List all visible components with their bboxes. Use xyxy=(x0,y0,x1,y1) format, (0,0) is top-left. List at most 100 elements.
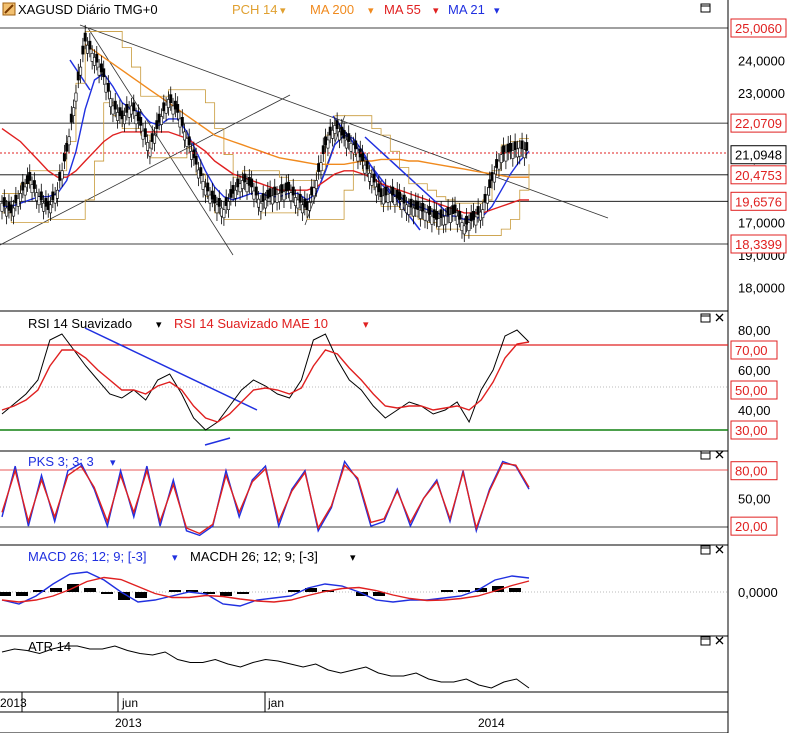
macd-tick-label: 0,0000 xyxy=(738,585,778,600)
candle-body xyxy=(95,53,99,63)
candle-body xyxy=(298,193,302,203)
candle-body xyxy=(254,186,258,196)
chevron-down-icon[interactable]: ▾ xyxy=(433,5,439,17)
candle-body xyxy=(446,206,450,216)
maximize-icon[interactable] xyxy=(700,450,711,460)
ma200-legend[interactable]: MA 200 xyxy=(310,2,354,17)
candle-body xyxy=(143,128,147,138)
chevron-down-icon[interactable]: ▾ xyxy=(280,5,286,17)
candle-body xyxy=(2,197,6,206)
candle-body xyxy=(217,198,221,207)
ma21-legend[interactable]: MA 21 xyxy=(448,2,485,17)
candle-body xyxy=(499,154,503,163)
rsi-tick-label: 40,00 xyxy=(738,403,771,418)
price-level-label: 18,3399 xyxy=(735,237,782,252)
month-label: 2013 xyxy=(0,696,27,710)
chart-window: XAGUSD Diário TMG+0 PCH 14 ▾ MA 200 ▾ MA… xyxy=(0,0,803,733)
pks-title[interactable]: PKS 3; 3; 3 xyxy=(28,454,94,469)
rsi-tick-label: 60,00 xyxy=(738,363,771,378)
candle-body xyxy=(222,209,226,219)
candle-body xyxy=(199,167,203,176)
candle-body xyxy=(435,210,439,220)
candle-body xyxy=(259,202,263,212)
candle-body xyxy=(60,170,64,180)
price-level-label: 22,0709 xyxy=(735,116,782,131)
candle-body xyxy=(335,120,339,129)
chevron-down-icon[interactable]: ▾ xyxy=(350,552,356,564)
candle-body xyxy=(361,152,365,162)
rsi-tick-label: 80,00 xyxy=(738,323,771,338)
maximize-icon[interactable] xyxy=(700,313,711,323)
pks-tick-label: 50,00 xyxy=(738,491,771,506)
candle-body xyxy=(72,107,76,116)
candle-body xyxy=(88,40,92,50)
candle-body xyxy=(319,162,323,172)
candle-body xyxy=(444,215,448,225)
candle-body xyxy=(504,152,508,162)
macd-histogram-bar xyxy=(220,592,232,596)
price-level-label: 25,0060 xyxy=(735,21,782,36)
candle-body xyxy=(32,180,36,189)
month-label: jan xyxy=(267,696,284,710)
candle-body xyxy=(39,191,43,201)
atr-title[interactable]: ATR 14 xyxy=(28,639,71,654)
chevron-down-icon[interactable]: ▾ xyxy=(156,319,162,331)
candle-body xyxy=(153,134,157,144)
candle-body xyxy=(347,133,351,142)
rsi-level-label: 30,00 xyxy=(735,423,768,438)
macd-histogram-bar xyxy=(509,588,521,592)
candle-body xyxy=(176,104,180,113)
candle-body xyxy=(407,206,411,215)
maximize-icon[interactable] xyxy=(700,636,711,646)
candle-body xyxy=(213,194,217,204)
rsi-title[interactable]: RSI 14 Suavizado xyxy=(28,316,132,331)
candle-body xyxy=(148,147,152,157)
candle-body xyxy=(268,188,272,197)
candle-body xyxy=(522,149,526,159)
candle-body xyxy=(418,210,422,219)
candle-body xyxy=(113,100,117,110)
candle-body xyxy=(314,180,318,189)
candle-body xyxy=(518,147,522,157)
candle-body xyxy=(384,186,388,196)
pch-legend[interactable]: PCH 14 xyxy=(232,2,278,17)
candle-body xyxy=(409,198,413,208)
rsi-mae-title[interactable]: RSI 14 Suavizado MAE 10 xyxy=(174,316,328,331)
candle-body xyxy=(485,194,489,204)
maximize-icon[interactable] xyxy=(700,3,711,13)
maximize-icon[interactable] xyxy=(700,545,711,555)
macdh-title[interactable]: MACDH 26; 12; 9; [-3] xyxy=(190,549,318,564)
candle-body xyxy=(291,186,295,196)
main-title: XAGUSD Diário TMG+0 xyxy=(18,2,158,17)
candle-body xyxy=(391,186,395,196)
candle-body xyxy=(365,160,369,170)
candle-body xyxy=(312,187,316,197)
candle-body xyxy=(123,115,127,125)
price-level-label: 20,4753 xyxy=(735,168,782,183)
chevron-down-icon[interactable]: ▾ xyxy=(110,457,116,469)
candle-body xyxy=(416,201,420,210)
price-level-label: 19,6576 xyxy=(735,194,782,209)
chevron-down-icon[interactable]: ▾ xyxy=(494,5,500,17)
candle-body xyxy=(474,216,478,226)
year-label: 2013 xyxy=(115,716,142,730)
candle-body xyxy=(187,136,191,146)
candle-body xyxy=(488,179,492,189)
candle-body xyxy=(411,207,415,217)
pks-level-label: 80,00 xyxy=(735,464,768,479)
candle-body xyxy=(62,152,66,162)
candle-body xyxy=(513,141,517,151)
candle-body xyxy=(354,140,358,150)
rsi-level-label: 70,00 xyxy=(735,343,768,358)
candle-body xyxy=(132,102,136,112)
candle-body xyxy=(263,199,267,209)
chevron-down-icon[interactable]: ▾ xyxy=(368,5,374,17)
ma55-legend[interactable]: MA 55 xyxy=(384,2,421,17)
chevron-down-icon[interactable]: ▾ xyxy=(363,319,369,331)
candle-body xyxy=(282,191,286,201)
chevron-down-icon[interactable]: ▾ xyxy=(172,552,178,564)
candle-body xyxy=(421,202,425,212)
macd-title[interactable]: MACD 26; 12; 9; [-3] xyxy=(28,549,147,564)
candle-body xyxy=(379,188,383,197)
candle-body xyxy=(28,172,32,181)
